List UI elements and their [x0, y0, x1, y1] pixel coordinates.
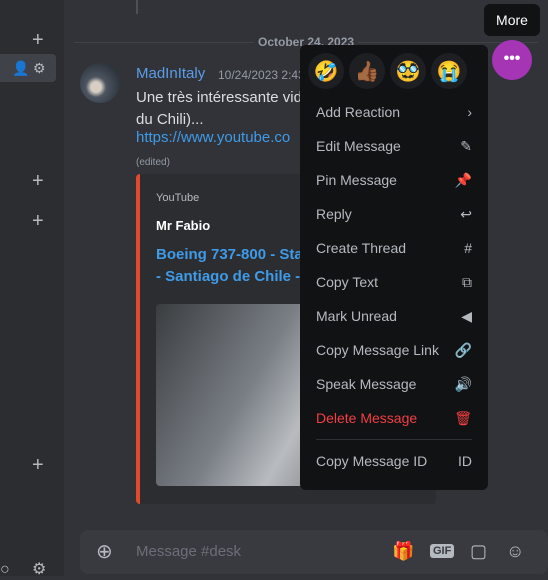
plus-icon[interactable]: + [32, 171, 44, 191]
more-tooltip: More [484, 4, 540, 36]
create-thread-icon: # [464, 240, 472, 256]
message-composer[interactable]: ⊕ Message #desk 🎁 GIF ▢ ☺ [80, 530, 548, 574]
message-input[interactable]: Message #desk [136, 543, 241, 560]
mark-unread-icon: ◀ [461, 307, 472, 324]
embed-author[interactable]: Mr Fabio [156, 218, 210, 233]
menu-item-label: Copy Message Link [316, 342, 439, 358]
menu-item-edit-message[interactable]: Edit Message ✎ [308, 129, 480, 163]
menu-item-label: Create Thread [316, 240, 407, 256]
embed-title-line[interactable]: Boeing 737-800 - Sta [156, 244, 303, 266]
quick-reaction-button[interactable]: 👍🏾 [349, 53, 385, 89]
menu-item-pin-message[interactable]: Pin Message 📌 [308, 163, 480, 197]
gift-icon[interactable]: 🎁 [392, 541, 414, 562]
menu-item-label: Add Reaction [316, 104, 401, 120]
copy-text-icon: ⧉ [462, 273, 472, 290]
menu-item-label: Copy Message ID [316, 453, 428, 469]
more-button[interactable]: ••• [492, 40, 532, 80]
menu-item-copy-message-id[interactable]: Copy Message ID ID [308, 444, 480, 478]
add-attachment-icon[interactable]: ⊕ [96, 539, 113, 564]
gear-icon[interactable]: ⚙ [32, 560, 46, 580]
menu-item-label: Mark Unread [316, 308, 397, 324]
edit-message-icon: ✎ [460, 137, 472, 154]
message-line: du Chili)... [136, 111, 204, 128]
gif-button[interactable]: GIF [430, 544, 455, 558]
quick-reaction-button[interactable]: 😭 [431, 53, 467, 89]
sticker-icon[interactable]: ▢ [470, 541, 487, 562]
message-link[interactable]: https://www.youtube.co [136, 129, 290, 146]
menu-separator [316, 439, 472, 440]
menu-item-label: Edit Message [316, 138, 401, 154]
reply-icon: ↩ [460, 205, 472, 222]
channel-sidebar: + 👤 ⚙ + + + ○ ⚙ [0, 0, 64, 578]
menu-item-label: Copy Text [316, 274, 378, 290]
menu-item-mark-unread[interactable]: Mark Unread ◀ [308, 299, 480, 333]
pin-message-icon: 📌 [454, 171, 472, 188]
embed-title[interactable]: Boeing 737-800 - Sta - Santiago de Chile… [156, 244, 303, 288]
menu-item-label: Speak Message [316, 376, 417, 392]
message-context-menu: 🤣 👍🏾 🥸 😭 Add Reaction › Edit Message ✎ Pin Mess… [300, 45, 488, 490]
copy-message-link-icon: 🔗 [454, 341, 472, 358]
menu-item-label: Delete Message [316, 410, 418, 426]
message-line: Une très intéressante vid [136, 89, 302, 106]
plus-icon[interactable]: + [32, 211, 44, 231]
add-reaction-icon: › [467, 104, 472, 120]
username[interactable]: MadInItaly [136, 65, 205, 82]
previous-embed-edge [136, 0, 138, 14]
delete-message-icon: 🗑 [454, 409, 472, 426]
menu-item-copy-message-link[interactable]: Copy Message Link 🔗 [308, 333, 480, 367]
embed-provider[interactable]: YouTube [156, 192, 199, 204]
plus-icon[interactable]: + [32, 455, 44, 475]
edited-label: (edited) [136, 157, 170, 168]
menu-item-create-thread[interactable]: Create Thread # [308, 231, 480, 265]
menu-item-label: Pin Message [316, 172, 397, 188]
message-text: Une très intéressante vid du Chili)... [136, 87, 306, 131]
quick-reaction-button[interactable]: 🥸 [390, 53, 426, 89]
menu-item-label: Reply [316, 206, 352, 222]
menu-item-delete-message[interactable]: Delete Message 🗑 [308, 401, 480, 435]
timestamp: 10/24/2023 2:43 [218, 68, 305, 82]
menu-item-copy-text[interactable]: Copy Text ⧉ [308, 265, 480, 299]
quick-reactions: 🤣 👍🏾 🥸 😭 [308, 53, 480, 89]
menu-item-add-reaction[interactable]: Add Reaction › [308, 95, 480, 129]
search-icon[interactable]: ○ [0, 560, 10, 580]
gear-icon[interactable]: ⚙ [33, 58, 46, 78]
speak-message-icon: 🔊 [454, 375, 472, 392]
plus-icon[interactable]: + [32, 30, 44, 50]
copy-message-id-icon: ID [458, 453, 472, 469]
emoji-icon[interactable]: ☺ [506, 541, 524, 562]
embed-title-line[interactable]: - Santiago de Chile - [156, 266, 303, 288]
avatar[interactable] [80, 63, 120, 103]
add-member-icon[interactable]: 👤 [12, 58, 29, 78]
menu-item-reply[interactable]: Reply ↩ [308, 197, 480, 231]
quick-reaction-button[interactable]: 🤣 [308, 53, 344, 89]
menu-item-speak-message[interactable]: Speak Message 🔊 [308, 367, 480, 401]
